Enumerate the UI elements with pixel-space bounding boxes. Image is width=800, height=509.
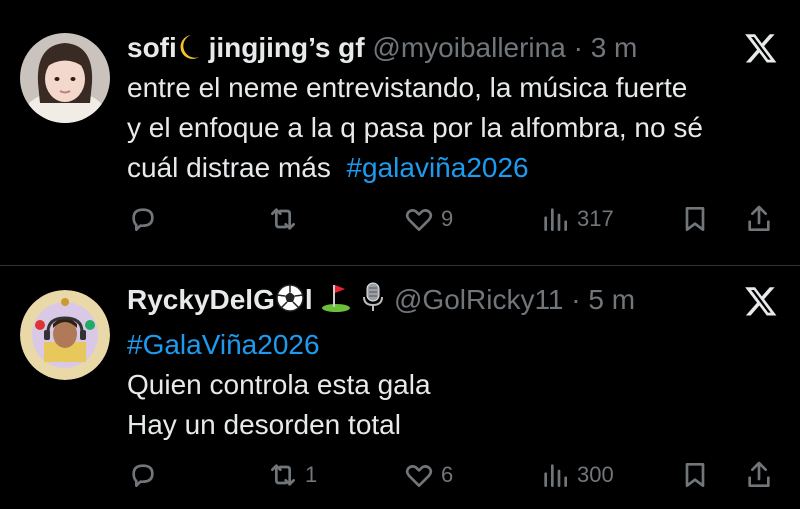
share-icon: [748, 461, 770, 487]
timestamp[interactable]: 3 m: [591, 32, 638, 63]
avatar[interactable]: [20, 290, 110, 380]
views-button[interactable]: 317: [539, 199, 614, 239]
hashtag-link[interactable]: #galaviña2026: [346, 152, 528, 183]
share-button[interactable]: [743, 199, 775, 239]
share-button[interactable]: [743, 455, 775, 495]
tweet-text: #GalaViña2026 Quien controla esta gala H…: [127, 325, 780, 445]
retweet-icon: [271, 208, 295, 230]
bookmark-button[interactable]: [679, 199, 711, 239]
share-icon: [748, 205, 770, 231]
retweet-button[interactable]: [267, 199, 305, 239]
view-count: 317: [577, 206, 614, 231]
x-logo-icon: [744, 284, 778, 318]
microphone-icon: [360, 281, 386, 321]
tweet-header: sofi jingjing’s gf @myoiballerina · 3 m: [127, 31, 740, 69]
tweet-text-line: y el enfoque a la q pasa por la alfombra…: [127, 112, 703, 143]
tweet-1[interactable]: sofi jingjing’s gf @myoiballerina · 3 m …: [0, 0, 800, 265]
tweet-actions: 1 6 300: [127, 455, 787, 495]
heart-icon: [405, 465, 433, 487]
like-count: 9: [441, 206, 454, 231]
analytics-icon: [544, 464, 567, 487]
reply-icon: [132, 464, 154, 487]
retweet-count: 1: [305, 462, 318, 487]
reply-button[interactable]: [127, 199, 165, 239]
view-count: 300: [577, 462, 614, 487]
tweet-text-line: cuál distrae más #galaviña2026: [127, 152, 529, 183]
separator: ·: [563, 284, 589, 315]
bookmark-button[interactable]: [679, 455, 711, 495]
x-logo-icon: [744, 31, 778, 65]
tweet-text: entre el neme entrevistando, la música f…: [127, 68, 780, 188]
reply-icon: [132, 208, 154, 231]
like-button[interactable]: 9: [403, 199, 453, 239]
bookmark-icon: [685, 207, 705, 231]
tweet-header: RyckyDelG l @GolRicky11 · 5 m: [127, 281, 740, 321]
separator: ·: [565, 32, 591, 63]
retweet-icon: [271, 464, 295, 486]
golf-flag-icon: [320, 281, 352, 321]
tweet-text-line: entre el neme entrevistando, la música f…: [127, 72, 688, 103]
views-button[interactable]: 300: [539, 455, 614, 495]
like-button[interactable]: 6: [403, 455, 453, 495]
tweet-text-line: Hay un desorden total: [127, 409, 401, 440]
heart-icon: [405, 209, 433, 231]
soccer-ball-icon: [275, 283, 305, 321]
hashtag-link[interactable]: #GalaViña2026: [127, 329, 320, 360]
bookmark-icon: [685, 463, 705, 487]
display-name[interactable]: sofi jingjing’s gf: [127, 32, 365, 63]
retweet-button[interactable]: 1: [267, 455, 317, 495]
crescent-moon-icon: [177, 33, 201, 69]
avatar[interactable]: [20, 33, 110, 123]
tweet-2[interactable]: RyckyDelG l @GolRicky11 · 5 m #GalaViña20…: [0, 266, 800, 509]
display-name[interactable]: RyckyDelG l: [127, 282, 386, 315]
analytics-icon: [544, 208, 567, 231]
tweet-actions: 9 317: [127, 199, 787, 239]
tweet-text-line: Quien controla esta gala: [127, 369, 431, 400]
username-handle[interactable]: @myoiballerina: [372, 32, 565, 63]
timestamp[interactable]: 5 m: [588, 284, 635, 315]
reply-button[interactable]: [127, 455, 165, 495]
like-count: 6: [441, 462, 454, 487]
username-handle[interactable]: @GolRicky11: [394, 284, 564, 315]
